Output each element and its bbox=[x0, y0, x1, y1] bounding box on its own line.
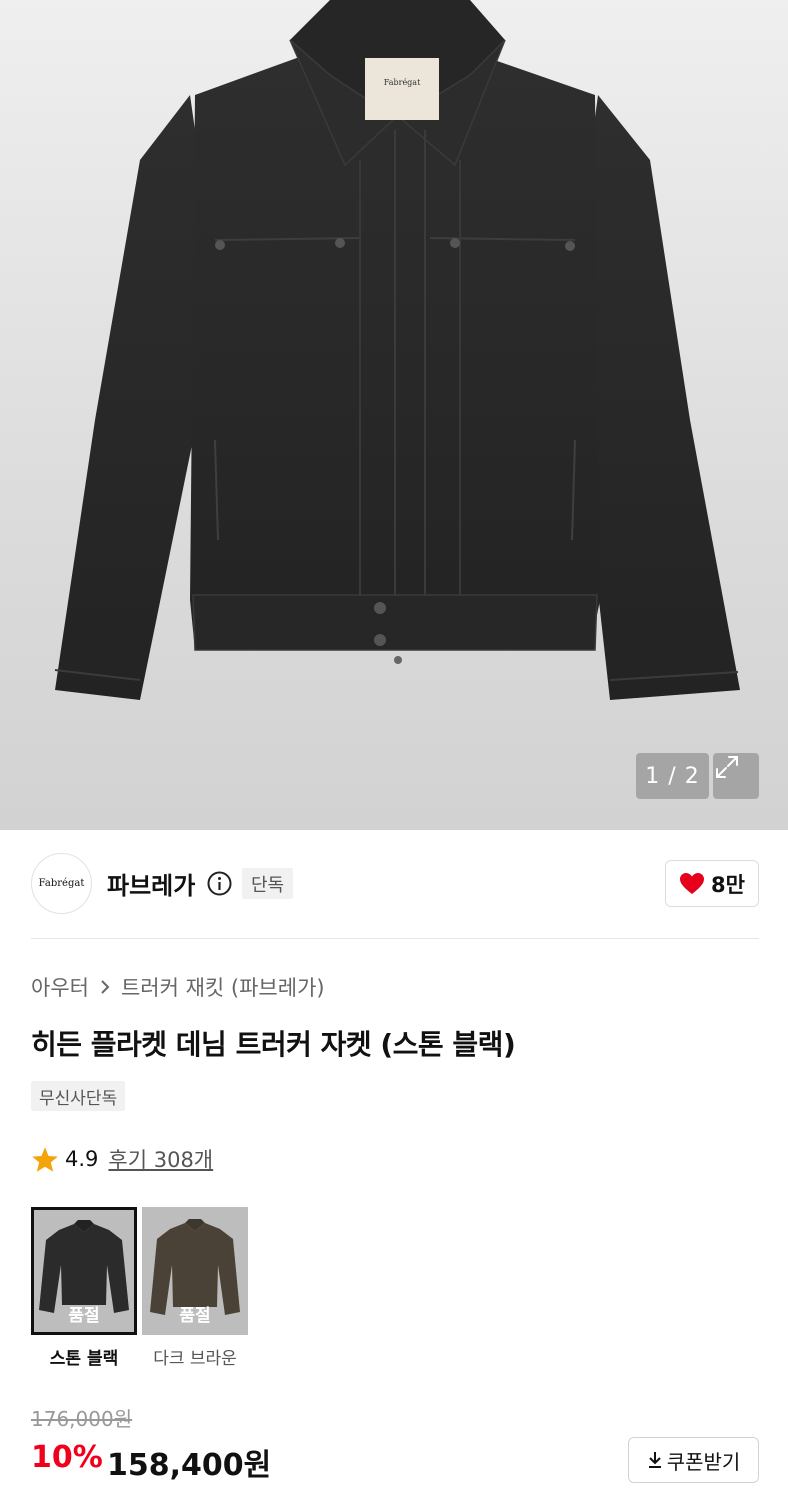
like-count: 8만 bbox=[711, 872, 745, 897]
star-icon bbox=[32, 1146, 58, 1172]
sale-price: 158,400원 bbox=[107, 1448, 272, 1483]
product-image-gallery[interactable]: Fabrégat 1 / 2 bbox=[0, 0, 788, 830]
reviews-link[interactable]: 후기 308개 bbox=[108, 1144, 213, 1174]
product-title: 히든 플라켓 데님 트러커 자켓 (스톤 블랙) bbox=[31, 1028, 516, 1061]
heart-icon bbox=[680, 872, 705, 894]
exclusive-badge: 단독 bbox=[242, 868, 294, 899]
original-price: 176,000원 bbox=[31, 1407, 133, 1431]
brand-logo[interactable]: Fabrégat bbox=[31, 853, 92, 914]
coupon-label: 쿠폰받기 bbox=[666, 1449, 741, 1474]
coupon-button[interactable]: 쿠폰받기 bbox=[628, 1437, 759, 1483]
chevron-right-icon bbox=[101, 980, 110, 994]
discount-rate: 10% bbox=[31, 1440, 103, 1475]
info-icon[interactable] bbox=[207, 871, 232, 896]
color-label: 스톤 블랙 bbox=[49, 1349, 119, 1369]
expand-button[interactable] bbox=[713, 753, 759, 799]
soldout-label: 품절 bbox=[179, 1306, 211, 1326]
image-counter: 1 / 2 bbox=[636, 753, 709, 799]
brand-name[interactable]: 파브레가 bbox=[107, 866, 195, 901]
exclusive-tag: 무신사단독 bbox=[31, 1081, 126, 1111]
soldout-label: 품절 bbox=[68, 1306, 100, 1326]
jacket-image: Fabrégat bbox=[54, 0, 740, 700]
brand-logo-text: Fabrégat bbox=[38, 878, 85, 889]
divider bbox=[31, 938, 759, 939]
rating-value: 4.9 bbox=[65, 1147, 99, 1171]
gallery-label-tag: Fabrégat bbox=[384, 78, 421, 87]
rating-row: 4.9 후기 308개 bbox=[31, 1144, 213, 1174]
breadcrumb-category[interactable]: 아우터 bbox=[31, 972, 89, 1002]
color-label: 다크 브라운 bbox=[153, 1349, 237, 1369]
like-button[interactable]: 8만 bbox=[665, 860, 759, 907]
breadcrumb-subcategory[interactable]: 트러커 재킷 (파브레가) bbox=[121, 972, 325, 1002]
download-icon bbox=[648, 1452, 661, 1468]
expand-icon bbox=[716, 756, 738, 778]
breadcrumb: 아우터 트러커 재킷 (파브레가) bbox=[31, 972, 325, 1002]
